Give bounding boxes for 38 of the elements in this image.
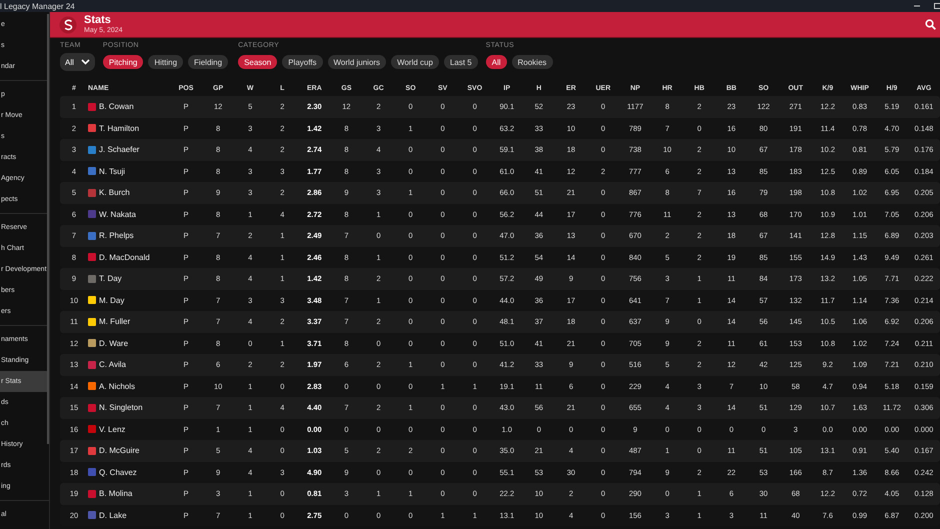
filter-chip[interactable]: All [486, 55, 507, 69]
player-name[interactable]: M. Day [99, 296, 124, 305]
maximize-icon[interactable] [933, 2, 940, 10]
chevron-down-icon [80, 59, 90, 65]
search-icon[interactable] [925, 19, 936, 30]
filter-chip[interactable]: Last 5 [444, 55, 478, 69]
player-name[interactable]: M. Fuller [99, 317, 130, 326]
player-name[interactable]: W. Nakata [99, 210, 136, 219]
filter-chip[interactable]: World cup [391, 55, 439, 69]
player-name[interactable]: A. Nichols [99, 382, 136, 391]
player-name[interactable]: K. Burch [99, 188, 130, 198]
logo-icon [59, 16, 77, 34]
filter-chip[interactable]: World juniors [328, 55, 386, 69]
filter-chip[interactable]: Season [238, 55, 278, 69]
player-name[interactable]: N. Singleton [99, 403, 143, 412]
player-name[interactable]: B. Molina [99, 489, 132, 498]
player-name[interactable]: N. Tsuji [99, 166, 126, 176]
player-name[interactable]: T. Hamilton [99, 124, 140, 133]
page-title: Stats [84, 14, 112, 26]
player-name[interactable]: J. Schaefer [99, 145, 140, 154]
player-name[interactable]: V. Lenz [99, 424, 126, 434]
filter-chip[interactable]: Playoffs [282, 55, 323, 69]
filter-chip[interactable]: Pitching [102, 55, 144, 69]
player-name[interactable]: D. Lake [99, 510, 127, 520]
filter-chip[interactable]: Rookies [512, 55, 553, 69]
player-name[interactable]: R. Phelps [99, 231, 134, 240]
player-name[interactable]: C. Avila [99, 360, 126, 370]
player-name[interactable]: Q. Chavez [99, 468, 137, 477]
player-name[interactable]: D. McGuire [99, 446, 140, 456]
scrollbar[interactable] [47, 14, 49, 444]
player-name[interactable]: B. Cowan [99, 102, 134, 112]
team-dropdown[interactable]: All [60, 53, 95, 71]
filter-chip[interactable]: Hitting [148, 55, 184, 69]
player-name[interactable]: T. Day [99, 274, 122, 284]
player-name[interactable]: D. Ware [99, 338, 128, 348]
player-name[interactable]: D. MacDonald [99, 252, 150, 262]
filter-chip[interactable]: Fielding [188, 55, 228, 69]
app-title: l Legacy Manager 24 [0, 2, 75, 10]
